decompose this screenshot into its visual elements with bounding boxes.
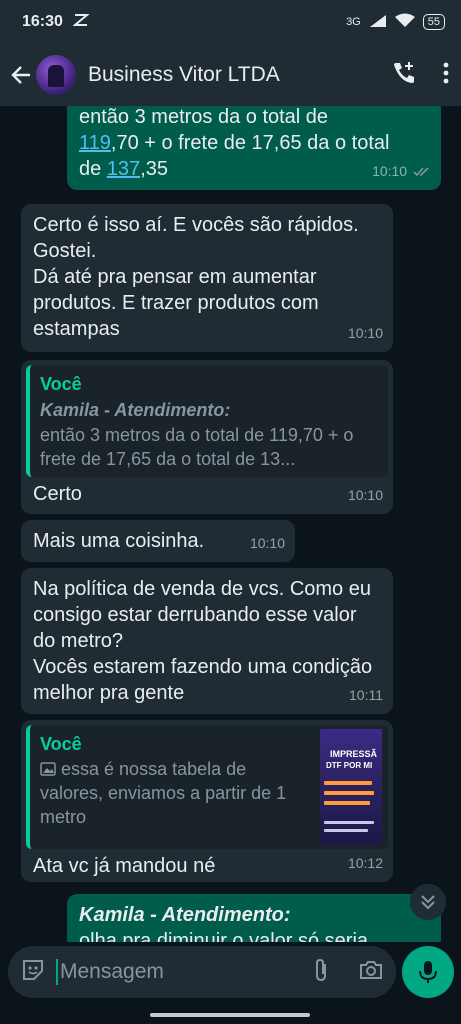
chat-area[interactable]: então 3 metros da o total de 119,70 + o … [0,106,461,942]
microphone-icon [419,961,437,983]
network-type: 3G [346,16,361,28]
message-text: olha pra diminuir o valor só seria [79,930,369,942]
message-text: Certo [33,483,82,505]
message-time: 10:12 [347,855,383,871]
system-navigation-bar [0,1004,461,1024]
message-incoming[interactable]: Na política de venda de vcs. Como eu con… [21,568,393,714]
total-link[interactable]: 137 [107,158,140,180]
chat-header: Business Vitor LTDA [0,44,461,106]
message-outgoing[interactable]: Kamila - Atendimento: olha pra diminuir … [67,894,441,942]
message-input[interactable] [60,960,290,984]
quote-sender: Kamila - Atendimento: [40,400,231,420]
price-link[interactable]: 119 [79,132,111,154]
wifi-icon [394,13,415,31]
camera-icon[interactable] [358,959,384,986]
status-bar: 16:30 3G 55 [0,0,461,44]
message-time: 10:10 [249,535,285,551]
quoted-message[interactable]: Você Kamila - Atendimento: então 3 metro… [26,365,388,477]
message-text: Mais uma coisinha. [33,530,205,552]
signal-icon [369,14,387,31]
message-incoming-reply[interactable]: Você essa é nossa tabela de valores, env… [21,720,393,882]
message-outgoing[interactable]: então 3 metros da o total de 119,70 + o … [67,106,441,190]
double-chevron-down-icon [421,895,435,910]
quoted-message[interactable]: Você essa é nossa tabela de valores, env… [26,725,388,849]
home-gesture-handle[interactable] [150,1013,310,1017]
attach-icon[interactable] [310,957,332,988]
battery-indicator: 55 [422,14,445,30]
message-incoming[interactable]: Mais uma coisinha. 10:10 [21,520,295,562]
message-time: 10:10 [372,158,431,184]
back-arrow-icon[interactable] [8,62,34,88]
message-text-continued: Vocês estarem fazendo uma condição melho… [33,656,373,704]
scroll-to-bottom-button[interactable] [410,884,446,920]
status-time: 16:30 [22,13,63,30]
message-time: 10:11 [349,687,383,703]
message-text: Certo é isso aí. E vocês são rápidos. Go… [33,214,359,262]
message-incoming[interactable]: Certo é isso aí. E vocês são rápidos. Go… [21,204,393,352]
message-text-continued: Dá até pra pensar em aumentar produtos. … [33,266,319,340]
notification-icon [72,13,90,32]
image-icon [40,762,56,776]
contact-name[interactable]: Business Vitor LTDA [88,63,280,87]
read-ticks-icon [413,167,429,177]
quote-text: então 3 metros da o total de 119,70 + o … [40,425,354,469]
quote-author: Você [40,374,82,394]
message-text: Na política de venda de vcs. Como eu con… [33,578,371,652]
add-call-icon[interactable] [391,60,417,91]
message-text: Ata vc já mandou né [33,855,216,877]
quote-text: essa é nossa tabela de valores, enviamos… [40,759,287,827]
quote-author: Você [40,734,82,754]
message-time: 10:10 [347,487,383,503]
message-incoming-reply[interactable]: Você Kamila - Atendimento: então 3 metro… [21,360,393,514]
image-thumbnail[interactable]: IMPRESSÃ DTF POR MI [320,729,382,845]
message-input-bar [8,946,396,998]
voice-message-button[interactable] [402,946,454,998]
message-time: 10:10 [347,325,383,341]
sticker-icon[interactable] [20,957,46,988]
message-sender: Kamila - Atendimento: [79,904,291,926]
more-options-icon[interactable] [443,62,449,89]
avatar[interactable] [36,55,76,95]
